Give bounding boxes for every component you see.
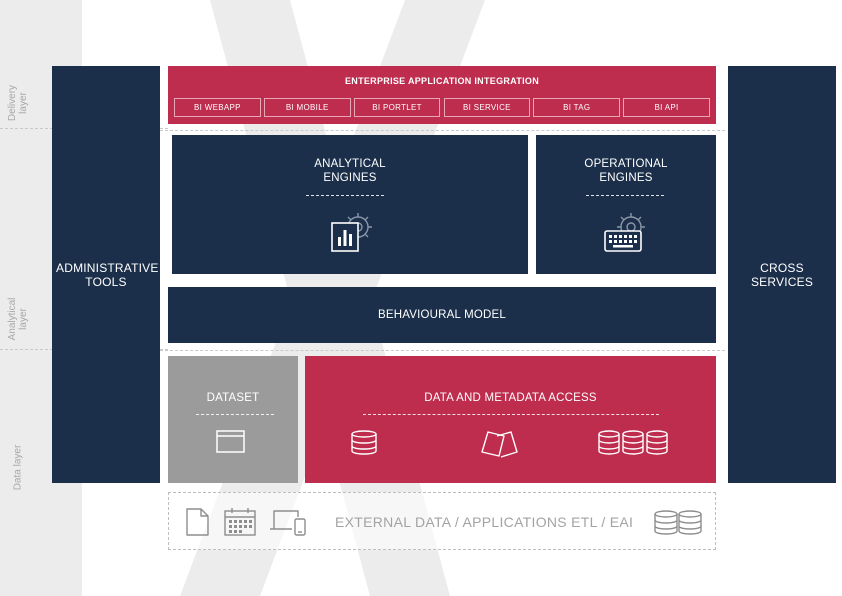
delivery-layer-label: Delivery layer <box>7 84 29 122</box>
eai-item-bi-portlet: BI PORTLET <box>353 98 441 117</box>
file-icon <box>186 508 209 536</box>
eai-items: BI WEBAPP BI MOBILE BI PORTLET BI SERVICE BI… <box>174 98 710 117</box>
keyboard-gear-icon <box>604 213 645 252</box>
cross-services-label: CROSS SERVICES <box>750 260 814 289</box>
database-icon <box>351 430 377 455</box>
external-data-label: EXTERNAL DATA / APPLICATIONS ETL / EAI <box>335 514 634 530</box>
databases-icon <box>598 430 668 455</box>
dotted-divider <box>586 195 664 196</box>
layer-separator <box>160 350 725 351</box>
administrative-tools-label: ADMINISTRATIVE TOOLS <box>56 260 159 289</box>
eai-item-bi-webapp: BI WEBAPP <box>174 98 261 117</box>
behavioural-model-label: BEHAVIOURAL MODEL <box>377 309 506 321</box>
eai-title: ENTERPRISE APPLICATION INTEGRATION <box>344 76 540 86</box>
eai-item-bi-tag: BI TAG <box>533 98 621 117</box>
dotted-divider <box>363 414 659 415</box>
analytical-engines-title-line2: ENGINES <box>323 172 377 184</box>
cross-services-column: CROSS SERVICES <box>728 66 836 483</box>
analytical-engines-title-line1: ANALYTICAL <box>314 158 386 170</box>
calendar-icon <box>224 508 256 536</box>
devices-icon <box>270 510 306 536</box>
eai-item-bi-mobile: BI MOBILE <box>263 98 351 117</box>
bar-chart-gear-icon <box>331 213 372 252</box>
enterprise-application-integration: ENTERPRISE APPLICATION INTEGRATION BI WE… <box>168 66 716 124</box>
documents-icon <box>481 431 518 458</box>
data-metadata-access-title: DATA AND METADATA ACCESS <box>424 392 597 404</box>
administrative-tools-column: ADMINISTRATIVE TOOLS <box>52 66 160 483</box>
data-metadata-access-box: DATA AND METADATA ACCESS <box>305 356 716 483</box>
analytical-layer-label: Analytical layer <box>7 297 29 341</box>
operational-engines-title-line1: OPERATIONAL <box>584 158 668 170</box>
external-data-box: EXTERNAL DATA / APPLICATIONS ETL / EAI <box>168 492 716 550</box>
dotted-divider <box>306 195 384 196</box>
behavioural-model-box: BEHAVIOURAL MODEL <box>168 287 716 343</box>
window-icon <box>216 430 245 453</box>
dataset-box: DATASET <box>168 356 298 483</box>
analytical-engines-box: ANALYTICAL ENGINES <box>172 135 528 274</box>
dataset-title: DATASET <box>206 392 260 404</box>
databases-icon <box>654 510 702 535</box>
operational-engines-box: OPERATIONAL ENGINES <box>536 135 716 274</box>
dotted-divider <box>196 414 274 415</box>
eai-item-bi-api: BI API <box>623 98 710 117</box>
data-layer-label: Data layer <box>12 444 24 491</box>
layer-separator <box>160 130 725 131</box>
eai-item-bi-service: BI SERVICE <box>443 98 531 117</box>
operational-engines-title-line2: ENGINES <box>599 172 653 184</box>
